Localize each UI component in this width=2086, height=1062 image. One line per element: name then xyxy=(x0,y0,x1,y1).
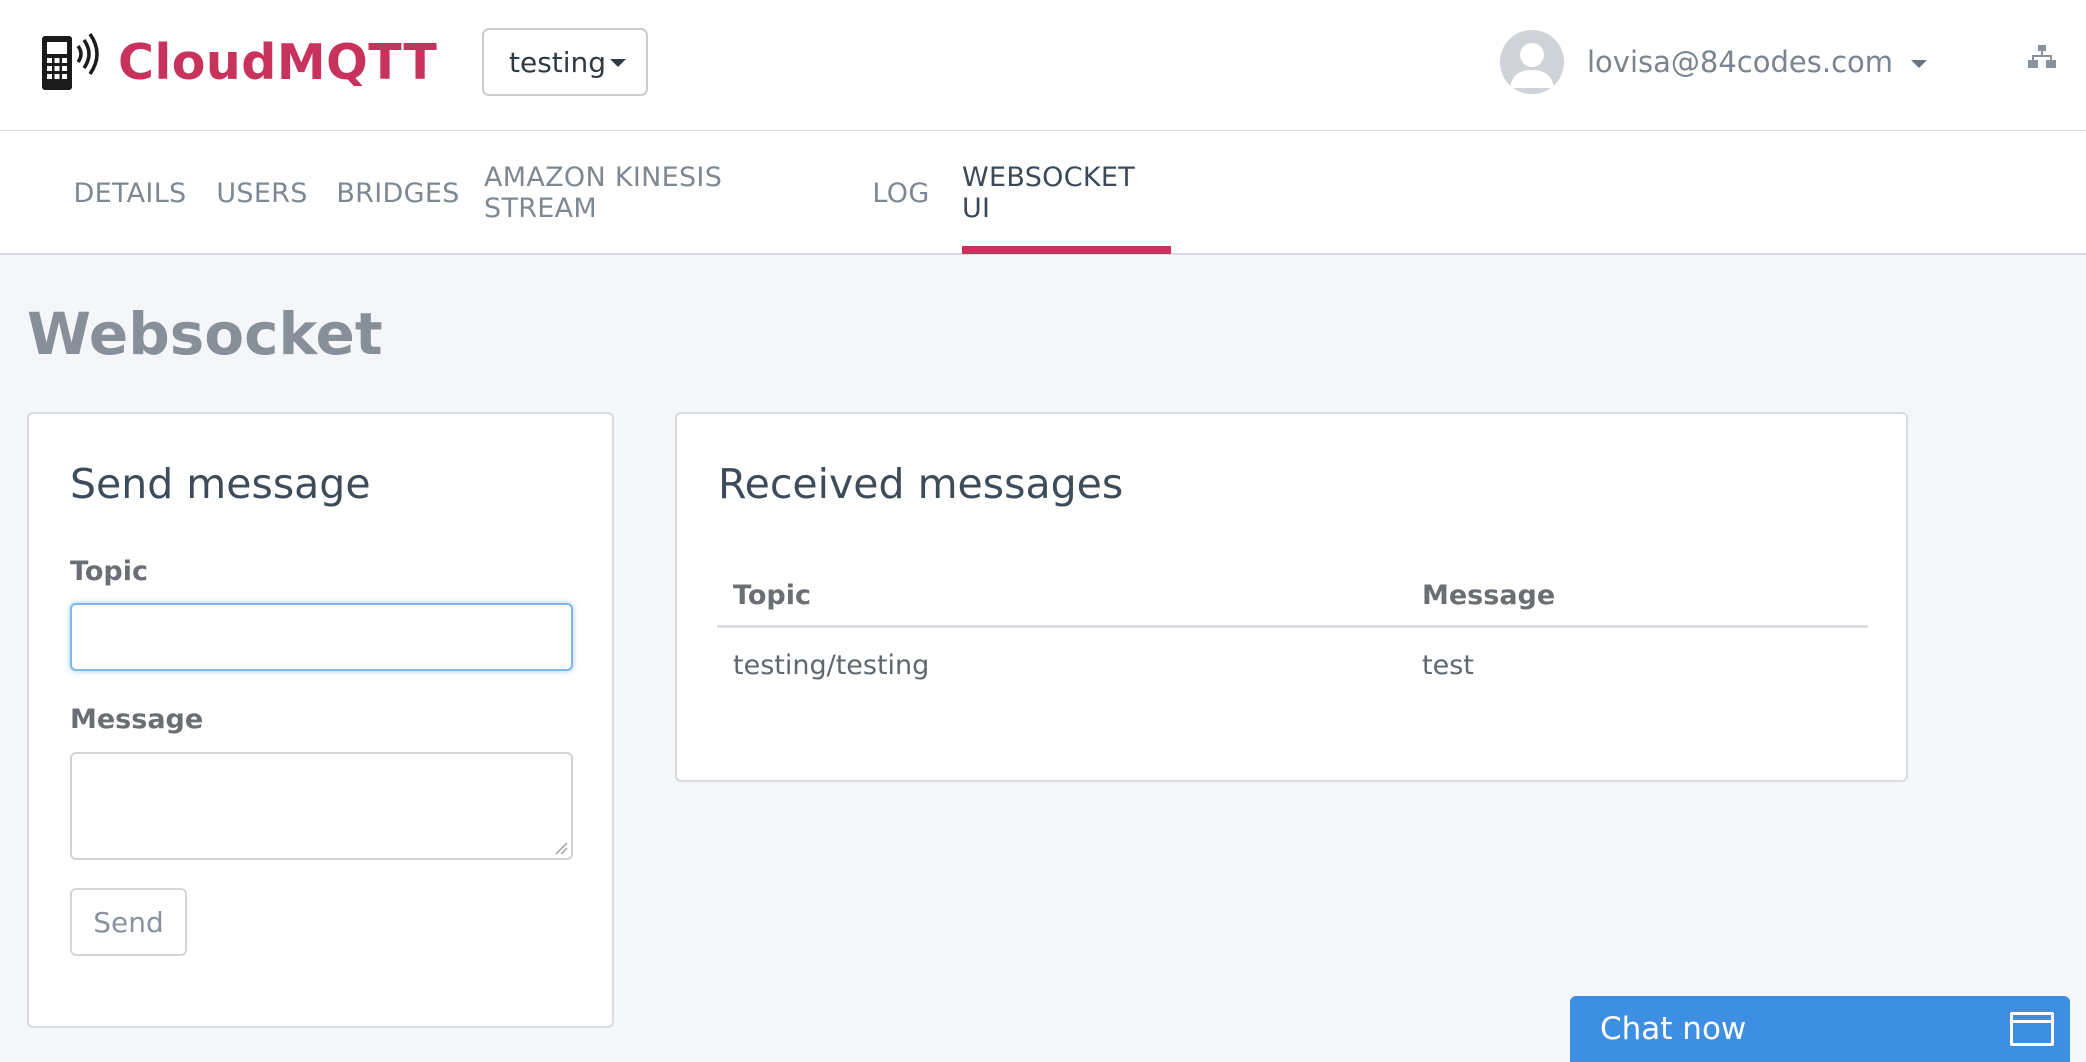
team-icon[interactable] xyxy=(2028,44,2056,70)
tab-log[interactable]: LOG xyxy=(865,131,937,255)
instance-select-value: testing xyxy=(509,45,607,79)
received-messages-card: Received messages Topic Message testing/… xyxy=(675,412,1908,782)
send-message-title: Send message xyxy=(70,460,371,508)
tab-websocket-ui[interactable]: WEBSOCKET UI xyxy=(962,131,1171,255)
tab-details[interactable]: DETAILS xyxy=(68,131,192,255)
chevron-down-icon xyxy=(610,59,626,67)
column-header-topic: Topic xyxy=(717,566,1406,628)
send-message-card: Send message Topic Message Send xyxy=(27,412,614,1028)
user-email: lovisa@84codes.com xyxy=(1587,45,1894,79)
column-header-message: Message xyxy=(1406,566,1868,628)
tab-bridges[interactable]: BRIDGES xyxy=(334,131,462,255)
chat-widget[interactable]: Chat now xyxy=(1570,996,2070,1062)
avatar xyxy=(1500,30,1564,94)
tab-users[interactable]: USERS xyxy=(212,131,312,255)
resize-grip-icon[interactable] xyxy=(554,841,568,855)
tab-bar: DETAILS USERS BRIDGES AMAZON KINESIS STR… xyxy=(0,131,2086,255)
row-message-cell: test xyxy=(1422,650,1474,682)
row-topic-cell: testing/testing xyxy=(733,650,930,682)
cloudmqtt-logo-icon xyxy=(40,30,106,94)
message-label: Message xyxy=(70,704,204,735)
window-icon[interactable] xyxy=(2010,1012,2054,1046)
instance-select[interactable]: testing xyxy=(482,28,648,96)
received-messages-table: Topic Message testing/testing test xyxy=(717,566,1868,704)
received-messages-title: Received messages xyxy=(718,460,1124,508)
table-header-row: Topic Message xyxy=(717,566,1868,628)
tab-amazon-kinesis-stream[interactable]: AMAZON KINESIS STREAM xyxy=(484,131,842,255)
page-title: Websocket xyxy=(27,300,383,368)
active-tab-indicator xyxy=(962,246,1171,254)
user-menu[interactable]: lovisa@84codes.com xyxy=(1500,30,1928,94)
brand-name: CloudMQTT xyxy=(118,33,438,91)
topic-label: Topic xyxy=(70,556,148,587)
topic-input[interactable] xyxy=(70,603,573,671)
table-row: testing/testing test xyxy=(717,626,1868,704)
logo[interactable]: CloudMQTT xyxy=(40,30,437,94)
chevron-down-icon xyxy=(1911,60,1928,68)
chat-label: Chat now xyxy=(1600,1011,1747,1047)
top-bar: CloudMQTT testing lovisa@84codes.com xyxy=(0,0,2086,131)
send-button[interactable]: Send xyxy=(70,888,187,956)
message-input[interactable] xyxy=(70,752,573,860)
